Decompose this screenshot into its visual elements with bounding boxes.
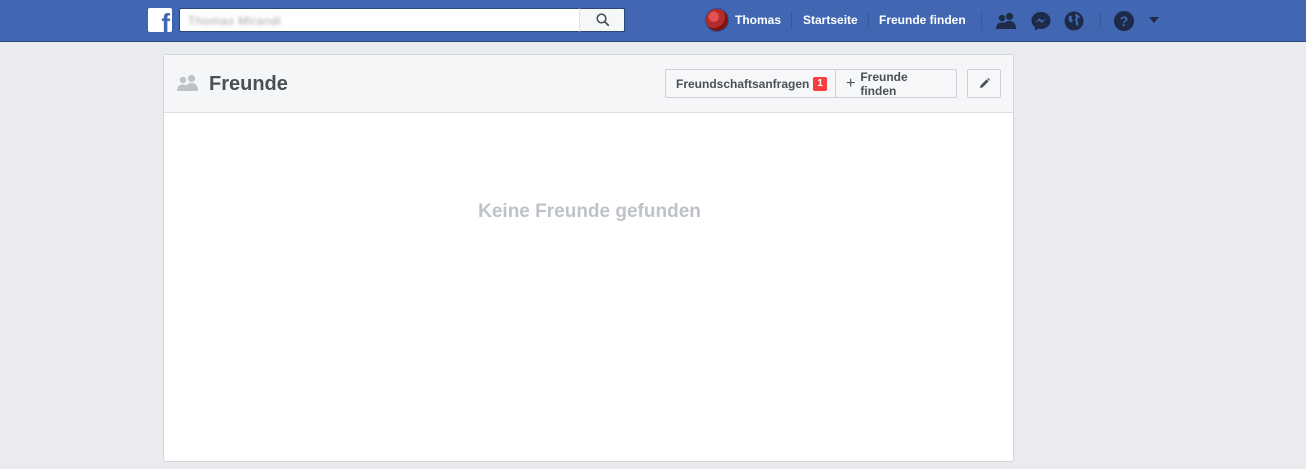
globe-icon[interactable] — [1063, 10, 1085, 32]
friends-card-header: Freunde Freundschaftsanfragen 1 + Freund… — [164, 55, 1013, 113]
friend-requests-label: Freundschaftsanfragen — [676, 76, 810, 91]
friends-icon — [177, 74, 198, 91]
friend-requests-badge: 1 — [813, 76, 827, 91]
nav-divider — [791, 12, 792, 29]
pencil-icon — [979, 78, 990, 88]
find-friends-button[interactable]: + Freunde finden — [835, 69, 957, 98]
nav-divider — [981, 12, 982, 29]
messenger-icon[interactable] — [1030, 10, 1052, 32]
nav-divider — [868, 12, 869, 29]
search-button[interactable] — [579, 8, 625, 32]
friend-requests-button[interactable]: Freundschaftsanfragen 1 — [665, 69, 836, 98]
empty-state-message: Keine Freunde gefunden — [478, 201, 701, 222]
help-icon[interactable]: ? — [1113, 10, 1135, 32]
find-friends-label: Freunde finden — [860, 69, 908, 98]
top-navigation-bar: f Thomas Mirandi Thomas Startseite Freun… — [0, 0, 1306, 42]
search-icon — [596, 13, 610, 27]
search-input[interactable]: Thomas Mirandi — [179, 8, 579, 32]
friends-icon[interactable] — [995, 10, 1017, 32]
page-title: Freunde — [209, 73, 288, 95]
friends-card: Freunde Freundschaftsanfragen 1 + Freund… — [163, 54, 1014, 462]
search-input-value: Thomas Mirandi — [188, 14, 282, 28]
nav-divider — [1100, 12, 1101, 29]
avatar — [705, 8, 729, 32]
edit-button[interactable] — [967, 69, 1001, 98]
caret-down-icon[interactable] — [1149, 17, 1159, 23]
plus-icon: + — [846, 74, 856, 92]
profile-name: Thomas — [735, 13, 782, 27]
nav-home-link[interactable]: Startseite — [803, 13, 858, 27]
profile-link[interactable]: Thomas — [705, 8, 781, 32]
facebook-logo-icon[interactable]: f — [148, 8, 172, 32]
nav-find-friends-link[interactable]: Freunde finden — [879, 13, 966, 27]
svg-text:?: ? — [1120, 13, 1129, 29]
